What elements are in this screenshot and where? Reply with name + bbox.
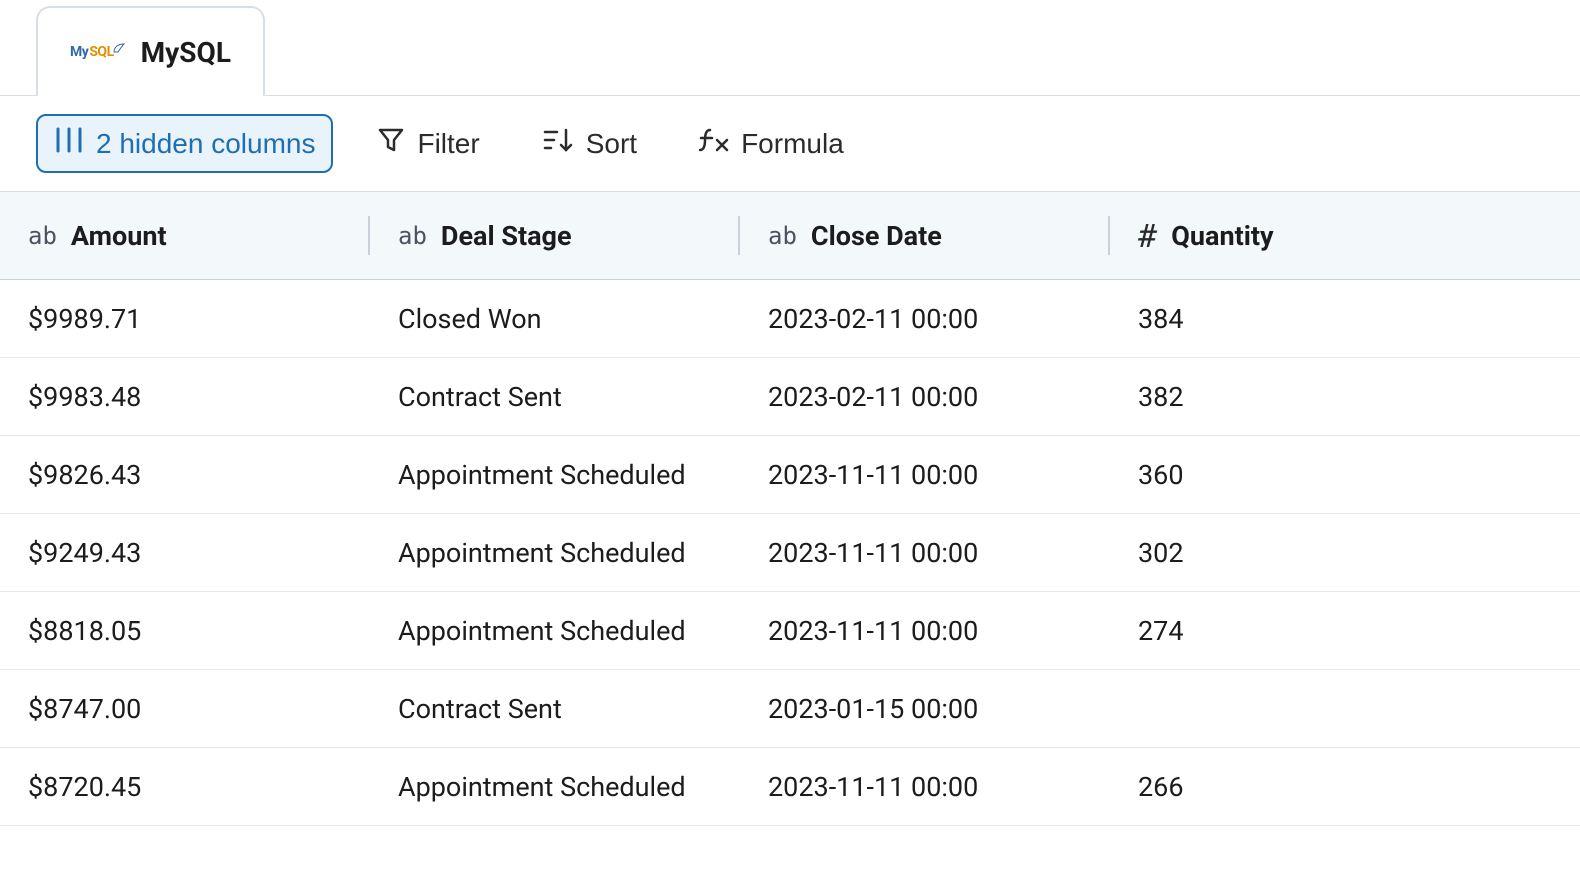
- cell-deal-stage[interactable]: Appointment Scheduled: [370, 459, 740, 491]
- cell-amount[interactable]: $9249.43: [0, 537, 370, 569]
- table-row[interactable]: $9826.43 Appointment Scheduled 2023-11-1…: [0, 436, 1580, 514]
- formula-label: Formula: [741, 128, 844, 160]
- column-label: Deal Stage: [441, 220, 572, 252]
- sort-icon: [542, 126, 574, 161]
- column-header-amount[interactable]: ab Amount: [0, 192, 370, 279]
- column-header-deal-stage[interactable]: ab Deal Stage: [370, 192, 740, 279]
- cell-amount[interactable]: $8747.00: [0, 693, 370, 725]
- filter-label: Filter: [417, 128, 479, 160]
- columns-icon: [54, 126, 84, 161]
- cell-amount[interactable]: $9826.43: [0, 459, 370, 491]
- column-label: Amount: [71, 220, 167, 252]
- cell-amount[interactable]: $8720.45: [0, 771, 370, 803]
- filter-icon: [377, 126, 405, 161]
- cell-amount[interactable]: $9983.48: [0, 381, 370, 413]
- column-header-quantity[interactable]: # Quantity: [1110, 192, 1580, 279]
- cell-close-date[interactable]: 2023-02-11 00:00: [740, 381, 1110, 413]
- sort-label: Sort: [586, 128, 637, 160]
- cell-close-date[interactable]: 2023-11-11 00:00: [740, 615, 1110, 647]
- cell-quantity[interactable]: 266: [1110, 771, 1580, 803]
- tab-mysql[interactable]: MySQL MySQL: [36, 6, 265, 96]
- table-row[interactable]: $8720.45 Appointment Scheduled 2023-11-1…: [0, 748, 1580, 826]
- text-type-icon: ab: [768, 222, 797, 250]
- cell-amount[interactable]: $8818.05: [0, 615, 370, 647]
- cell-quantity[interactable]: 302: [1110, 537, 1580, 569]
- table-row[interactable]: $8747.00 Contract Sent 2023-01-15 00:00: [0, 670, 1580, 748]
- cell-quantity[interactable]: 382: [1110, 381, 1580, 413]
- table-body: $9989.71 Closed Won 2023-02-11 00:00 384…: [0, 280, 1580, 826]
- tabs-bar: MySQL MySQL: [0, 0, 1580, 96]
- data-table: ab Amount ab Deal Stage ab Close Date # …: [0, 192, 1580, 826]
- text-type-icon: ab: [28, 222, 57, 250]
- mysql-logo-sql: SQL: [89, 45, 113, 59]
- table-row[interactable]: $8818.05 Appointment Scheduled 2023-11-1…: [0, 592, 1580, 670]
- filter-button[interactable]: Filter: [359, 114, 497, 173]
- sort-button[interactable]: Sort: [524, 114, 655, 173]
- column-label: Close Date: [811, 220, 942, 252]
- cell-close-date[interactable]: 2023-02-11 00:00: [740, 303, 1110, 335]
- table-row[interactable]: $9989.71 Closed Won 2023-02-11 00:00 384: [0, 280, 1580, 358]
- cell-quantity[interactable]: 384: [1110, 303, 1580, 335]
- cell-close-date[interactable]: 2023-11-11 00:00: [740, 771, 1110, 803]
- column-label: Quantity: [1171, 220, 1273, 252]
- table-row[interactable]: $9983.48 Contract Sent 2023-02-11 00:00 …: [0, 358, 1580, 436]
- column-header-close-date[interactable]: ab Close Date: [740, 192, 1110, 279]
- cell-deal-stage[interactable]: Appointment Scheduled: [370, 615, 740, 647]
- cell-deal-stage[interactable]: Contract Sent: [370, 381, 740, 413]
- formula-icon: [699, 126, 729, 161]
- number-type-icon: #: [1138, 217, 1157, 255]
- cell-close-date[interactable]: 2023-01-15 00:00: [740, 693, 1110, 725]
- cell-close-date[interactable]: 2023-11-11 00:00: [740, 459, 1110, 491]
- cell-close-date[interactable]: 2023-11-11 00:00: [740, 537, 1110, 569]
- toolbar: 2 hidden columns Filter Sort Formula: [0, 96, 1580, 192]
- cell-deal-stage[interactable]: Closed Won: [370, 303, 740, 335]
- hidden-columns-label: 2 hidden columns: [96, 128, 315, 160]
- cell-quantity[interactable]: 360: [1110, 459, 1580, 491]
- cell-deal-stage[interactable]: Appointment Scheduled: [370, 537, 740, 569]
- cell-quantity[interactable]: 274: [1110, 615, 1580, 647]
- tab-label: MySQL: [141, 36, 231, 69]
- table-header-row: ab Amount ab Deal Stage ab Close Date # …: [0, 192, 1580, 280]
- text-type-icon: ab: [398, 222, 427, 250]
- cell-amount[interactable]: $9989.71: [0, 303, 370, 335]
- formula-button[interactable]: Formula: [681, 114, 862, 173]
- mysql-logo-icon: MySQL: [70, 45, 127, 59]
- mysql-logo-my: My: [70, 45, 88, 59]
- cell-deal-stage[interactable]: Contract Sent: [370, 693, 740, 725]
- cell-deal-stage[interactable]: Appointment Scheduled: [370, 771, 740, 803]
- table-row[interactable]: $9249.43 Appointment Scheduled 2023-11-1…: [0, 514, 1580, 592]
- hidden-columns-button[interactable]: 2 hidden columns: [36, 114, 333, 173]
